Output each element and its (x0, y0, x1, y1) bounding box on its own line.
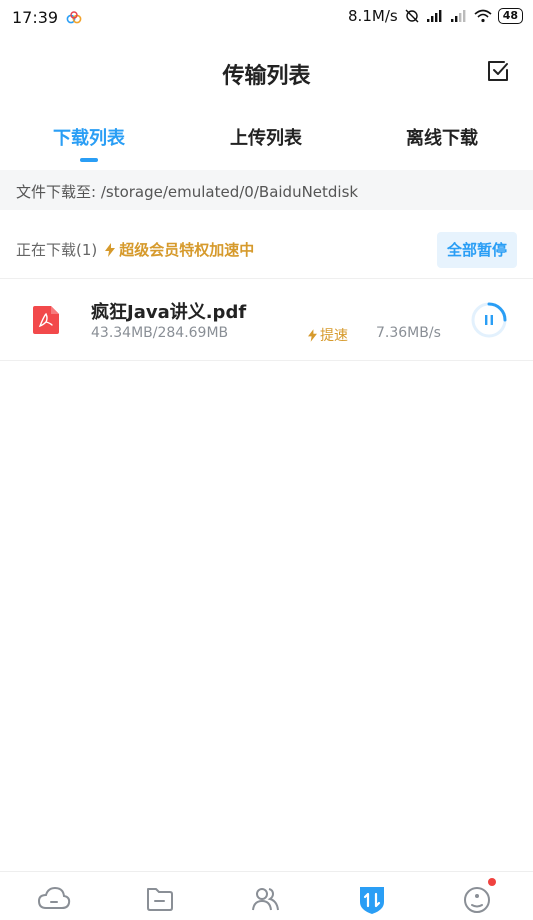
folder-icon (147, 888, 173, 911)
tab-active-indicator (80, 158, 98, 162)
boost-label: 提速 (320, 328, 348, 344)
file-name: 疯狂Java讲义.pdf (91, 302, 247, 323)
profile-icon (464, 887, 490, 913)
signal-icon (426, 10, 442, 22)
bottom-nav (0, 871, 533, 920)
file-size-progress: 43.34MB/284.69MB (91, 325, 229, 341)
pause-all-button[interactable]: 全部暂停 (437, 232, 517, 268)
nav-profile[interactable] (460, 878, 496, 914)
net-speed: 8.1M/s (348, 7, 398, 25)
signal-2-icon (450, 10, 466, 22)
wifi-icon (474, 9, 492, 23)
download-item[interactable]: 疯狂Java讲义.pdf 43.34MB/284.69MB 提速 7.36MB/… (0, 282, 533, 360)
transfer-icon (360, 887, 384, 914)
status-right: 8.1M/s 48 (348, 7, 523, 25)
tab-upload-list[interactable]: 上传列表 (230, 124, 302, 150)
divider (0, 278, 533, 279)
baidu-notification-icon (66, 10, 82, 23)
contacts-icon (252, 888, 279, 911)
battery-icon: 48 (497, 8, 523, 24)
pause-download-button[interactable] (470, 301, 508, 339)
nav-files[interactable] (143, 884, 177, 914)
nav-transfer[interactable] (355, 884, 389, 914)
status-bar: 17:39 8.1M/s 48 (0, 0, 533, 34)
tab-offline-download[interactable]: 离线下载 (406, 124, 478, 150)
download-path-text: 文件下载至: /storage/emulated/0/BaiduNetdisk (16, 183, 359, 201)
check-square-icon (488, 61, 508, 81)
cloud-icon (37, 886, 71, 909)
download-speed: 7.36MB/s (376, 325, 441, 341)
divider (0, 360, 533, 361)
notification-badge (488, 878, 496, 886)
tab-download-list[interactable]: 下载列表 (53, 124, 125, 150)
vip-acceleration-label: 超级会员特权加速中 (119, 241, 255, 259)
downloading-count-label: 正在下载(1) (16, 241, 98, 259)
pdf-icon (33, 306, 59, 334)
downloading-section-header: 正在下载(1) 超级会员特权加速中 全部暂停 (0, 224, 533, 272)
section-left: 正在下载(1) 超级会员特权加速中 (16, 239, 254, 260)
vip-acceleration: 超级会员特权加速中 (105, 239, 254, 260)
nav-home[interactable] (37, 884, 71, 914)
lightning-icon (105, 242, 116, 257)
lightning-icon (308, 328, 317, 342)
status-left: 17:39 (12, 8, 82, 27)
header: 传输列表 (0, 50, 533, 94)
edit-button[interactable] (485, 58, 511, 84)
alarm-off-icon (405, 9, 419, 23)
status-time: 17:39 (12, 8, 59, 27)
page-title: 传输列表 (222, 64, 311, 89)
nav-contacts[interactable] (249, 884, 283, 914)
tab-bar: 下载列表 上传列表 离线下载 (0, 118, 533, 168)
download-path-bar: 文件下载至: /storage/emulated/0/BaiduNetdisk (0, 170, 533, 210)
boost-button[interactable]: 提速 (308, 325, 348, 345)
